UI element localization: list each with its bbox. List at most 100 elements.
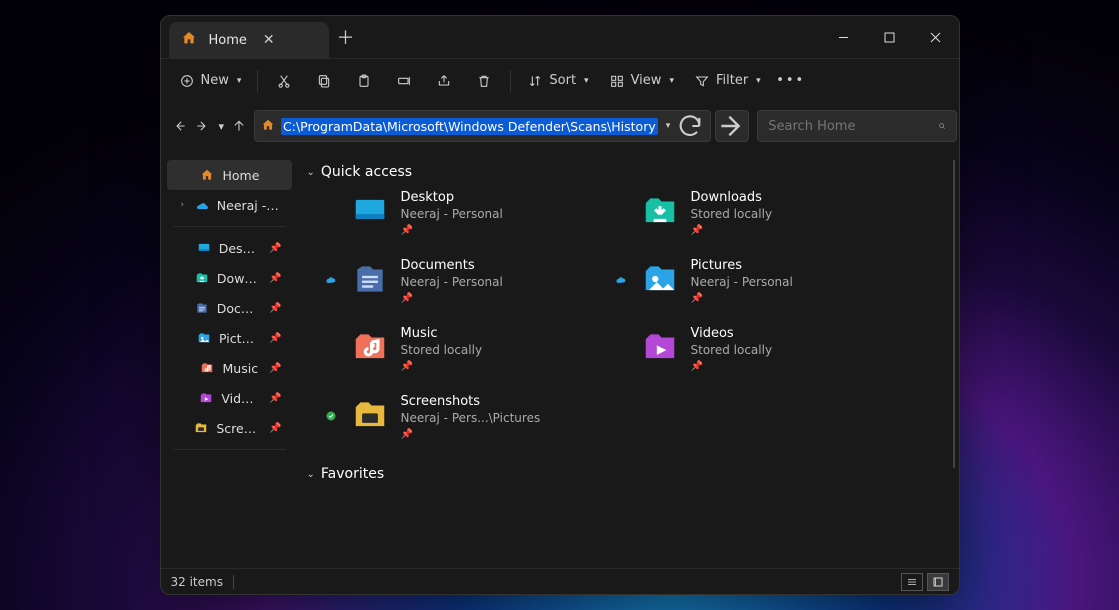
pin-icon: 📌 — [269, 243, 281, 254]
pin-icon: 📌 — [401, 225, 503, 236]
pictures-icon — [197, 331, 211, 345]
section-quick-access[interactable]: ⌄ Quick access — [299, 162, 959, 190]
sidebar-item-music[interactable]: Music 📌 — [167, 353, 292, 383]
item-subtitle: Stored locally — [691, 207, 773, 221]
item-title: Pictures — [691, 258, 793, 273]
copy-button[interactable] — [306, 65, 342, 97]
cut-button[interactable] — [266, 65, 302, 97]
sidebar-item-screenshots[interactable]: Screenshots📌 — [167, 413, 292, 443]
quick-access-item[interactable]: Pictures Neeraj - Personal 📌 — [613, 258, 903, 304]
quick-access-item[interactable]: Videos Stored locally 📌 — [613, 326, 903, 372]
sidebar-item-label: Videos — [221, 391, 261, 406]
sidebar-item-desktop[interactable]: Desktop 📌 — [167, 233, 292, 263]
search-box[interactable] — [757, 110, 957, 142]
go-button[interactable] — [715, 110, 749, 142]
status-bar: 32 items — [161, 568, 959, 594]
cloud-icon — [325, 274, 337, 286]
trash-icon — [476, 73, 492, 89]
file-explorer-window: Home ✕ ＋ New▾ Sort▾ View▾ Filter▾ ••• ▾ — [160, 15, 960, 595]
videos-icon — [198, 391, 213, 405]
refresh-button[interactable] — [676, 112, 704, 140]
pin-icon: 📌 — [401, 429, 541, 440]
scrollbar[interactable] — [953, 160, 955, 468]
tab-title: Home — [209, 33, 247, 48]
paste-button[interactable] — [346, 65, 382, 97]
plus-circle-icon — [179, 73, 195, 89]
rename-button[interactable] — [386, 65, 422, 97]
pin-icon: 📌 — [691, 361, 773, 372]
desktop-icon — [197, 241, 211, 255]
downloads-icon — [195, 271, 209, 285]
sort-icon — [527, 73, 543, 89]
view-button[interactable]: View▾ — [601, 65, 682, 97]
address-bar[interactable]: C:\ProgramData\Microsoft\Windows Defende… — [254, 110, 711, 142]
minimize-button[interactable] — [821, 16, 867, 58]
sidebar-item-label: Desktop — [219, 241, 261, 256]
quick-access-item[interactable]: Desktop Neeraj - Personal 📌 — [323, 190, 613, 236]
new-tab-button[interactable]: ＋ — [329, 20, 363, 54]
sidebar-item-pictures[interactable]: Pictures📌 — [167, 323, 292, 353]
up-button[interactable] — [232, 111, 246, 141]
sidebar-item-label: Documents — [217, 301, 261, 316]
tab-home[interactable]: Home ✕ — [169, 22, 329, 58]
chevron-down-icon: ▾ — [756, 76, 761, 86]
sort-button[interactable]: Sort▾ — [519, 65, 596, 97]
home-icon — [261, 117, 275, 136]
sidebar: Home ›Neeraj - Persona Desktop 📌 Downloads📌… — [161, 150, 299, 568]
quick-access-item[interactable]: Downloads Stored locally 📌 — [613, 190, 903, 236]
details-view-button[interactable] — [901, 573, 923, 591]
forward-button[interactable] — [195, 111, 209, 141]
sidebar-item-label: Neeraj - Persona — [217, 198, 282, 213]
back-button[interactable] — [173, 111, 187, 141]
item-subtitle: Neeraj - Personal — [401, 207, 503, 221]
quick-access-item[interactable]: Documents Neeraj - Personal 📌 — [323, 258, 613, 304]
cut-icon — [276, 73, 292, 89]
section-favorites[interactable]: ⌄ Favorites — [299, 464, 959, 492]
ellipsis-icon: ••• — [776, 73, 805, 88]
quick-access-item[interactable]: Screenshots Neeraj - Pers...\Pictures 📌 — [323, 394, 613, 440]
item-title: Documents — [401, 258, 503, 273]
item-title: Downloads — [691, 190, 773, 205]
tiles-view-button[interactable] — [927, 573, 949, 591]
chevron-down-icon: ▾ — [584, 76, 589, 86]
delete-button[interactable] — [466, 65, 502, 97]
quick-access-item[interactable]: Music Stored locally 📌 — [323, 326, 613, 372]
maximize-button[interactable] — [867, 16, 913, 58]
sidebar-item-videos[interactable]: Videos📌 — [167, 383, 292, 413]
new-button[interactable]: New▾ — [171, 65, 250, 97]
sidebar-item-label: Home — [223, 168, 260, 183]
sidebar-item-home[interactable]: Home — [167, 160, 292, 190]
sidebar-item-documents[interactable]: Documents 📌 — [167, 293, 292, 323]
pin-icon: 📌 — [269, 363, 281, 374]
sidebar-item-label: Music — [223, 361, 259, 376]
item-subtitle: Stored locally — [691, 343, 773, 357]
home-icon — [181, 30, 197, 50]
cloud-icon — [615, 274, 627, 286]
music-icon — [199, 361, 215, 375]
address-text[interactable]: C:\ProgramData\Microsoft\Windows Defende… — [281, 118, 658, 135]
videos-icon — [639, 326, 681, 368]
item-subtitle: Neeraj - Personal — [401, 275, 503, 289]
pin-icon: 📌 — [401, 293, 503, 304]
pictures-icon — [639, 258, 681, 300]
tab-close-button[interactable]: ✕ — [259, 32, 279, 48]
chevron-down-icon: ▾ — [237, 76, 242, 86]
downloads-icon — [639, 190, 681, 232]
search-input[interactable] — [768, 119, 938, 134]
chevron-down-icon: ⌄ — [307, 469, 315, 480]
close-button[interactable] — [913, 16, 959, 58]
rename-icon — [396, 73, 412, 89]
item-title: Desktop — [401, 190, 503, 205]
recent-locations-button[interactable]: ▾ — [217, 111, 225, 141]
sidebar-item-label: Pictures — [219, 331, 261, 346]
sidebar-item-onedrive[interactable]: ›Neeraj - Persona — [167, 190, 292, 220]
share-button[interactable] — [426, 65, 462, 97]
sidebar-item-downloads[interactable]: Downloads📌 — [167, 263, 292, 293]
pin-icon: 📌 — [269, 303, 281, 314]
chevron-down-icon[interactable]: ▾ — [666, 121, 671, 131]
chevron-down-icon: ⌄ — [307, 167, 315, 178]
more-button[interactable]: ••• — [773, 65, 809, 97]
documents-icon — [195, 301, 209, 315]
item-subtitle: Neeraj - Pers...\Pictures — [401, 411, 541, 425]
content-area[interactable]: ⌄ Quick access Desktop Neeraj - Personal… — [299, 150, 959, 568]
